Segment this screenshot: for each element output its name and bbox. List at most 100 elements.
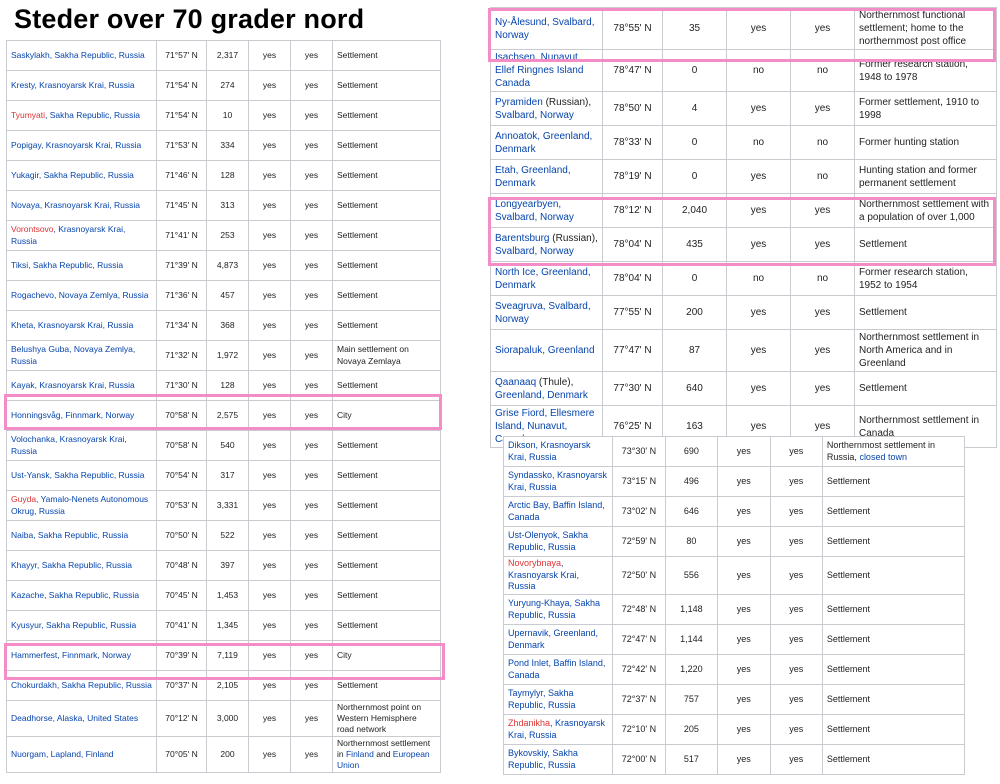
place-cell: Upernavik, Greenland, Denmark <box>502 624 614 656</box>
place-link[interactable]: Isachsen, Nunavut, Ellef Ringnes Island … <box>495 52 583 89</box>
place-cell: Belushya Guba, Novaya Zemlya, Russia <box>6 340 157 371</box>
place-link[interactable]: Pond Inlet, Baffin Island, Canada <box>508 658 605 680</box>
place-link[interactable]: , Sakha Republic, Russia <box>45 110 140 120</box>
place-link[interactable]: Nuorgam, Lapland, Finland <box>11 749 114 759</box>
place-link[interactable]: Barentsburg <box>495 233 549 244</box>
yes-no-cell: yes <box>290 340 333 371</box>
note-text: Settlement <box>337 499 378 510</box>
place-link[interactable]: Kheta, Krasnoyarsk Krai, Russia <box>11 320 133 330</box>
place-link[interactable]: Volochanka, Krasnoyarsk Krai, Russia <box>11 434 127 455</box>
place-link[interactable]: Tiksi, Sakha Republic, Russia <box>11 260 123 270</box>
place-link[interactable]: Arctic Bay, Baffin Island, Canada <box>508 500 605 522</box>
table-row: Novorybnaya, Krasnoyarsk Krai, Russia 72°… <box>502 555 966 596</box>
note-cell: Settlement <box>332 520 441 551</box>
note-text: Settlement <box>826 475 870 486</box>
table-row: Kyusyur, Sakha Republic, Russia 70°41' N1… <box>6 610 441 641</box>
yes-no-cell: yes <box>248 220 291 251</box>
place-link[interactable]: Novorybnaya <box>508 558 561 568</box>
note-link[interactable]: Finland <box>346 749 374 759</box>
note-text: Settlement <box>337 229 378 240</box>
place-link[interactable]: Zhdanikha <box>508 718 550 728</box>
place-link[interactable]: Guyda <box>11 494 36 504</box>
place-cell: Bykovskiy, Sakha Republic, Russia <box>502 744 614 776</box>
place-link[interactable]: Kazache, Sakha Republic, Russia <box>11 590 139 600</box>
place-link[interactable]: Novaya, Krasnoyarsk Krai, Russia <box>11 200 140 210</box>
place-link[interactable]: Tyumyati <box>11 110 45 120</box>
place-link[interactable]: Deadhorse, Alaska, United States <box>11 713 138 723</box>
place-cell: Pyramiden (Russian), Svalbard, Norway <box>490 91 603 126</box>
place-link[interactable]: Kyusyur, Sakha Republic, Russia <box>11 620 136 630</box>
place-link[interactable]: Yukagir, Sakha Republic, Russia <box>11 170 134 180</box>
population-cell: 435 <box>662 227 727 262</box>
yes-no-cell: yes <box>290 580 333 611</box>
latitude-cell: 73°30' N <box>612 436 666 467</box>
place-link[interactable]: Popigay, Krasnoyarsk Krai, Russia <box>11 140 141 150</box>
note-link[interactable]: closed town <box>859 452 907 462</box>
place-cell: Annoatok, Greenland, Denmark <box>490 125 603 160</box>
place-link[interactable]: Vorontsovo <box>11 224 54 234</box>
place-link[interactable]: Khayyr, Sakha Republic, Russia <box>11 560 132 570</box>
yes-no-cell: yes <box>726 159 791 194</box>
table-row: Chokurdakh, Sakha Republic, Russia 70°37'… <box>6 670 441 701</box>
place-link[interactable]: Chokurdakh, Sakha Republic, Russia <box>11 680 152 690</box>
place-cell: Ust-Yansk, Sakha Republic, Russia <box>6 460 157 491</box>
place-cell: Longyearbyen, Svalbard, Norway <box>490 193 603 228</box>
place-link[interactable]: Saskylakh, Sakha Republic, Russia <box>11 50 145 60</box>
place-link[interactable]: Etah, Greenland, Denmark <box>495 165 571 189</box>
table-row: Isachsen, Nunavut, Ellef Ringnes Island … <box>490 49 997 92</box>
place-link[interactable]: Honningsvåg, Finnmark, Norway <box>11 410 134 420</box>
population-cell: 1,453 <box>206 580 249 611</box>
yes-no-cell: yes <box>769 436 823 467</box>
place-link[interactable]: Svalbard, Norway <box>495 246 574 257</box>
latitude-cell: 78°33' N <box>602 125 663 160</box>
yes-no-cell: yes <box>290 70 333 101</box>
note-cell: Settlement <box>332 250 441 281</box>
place-link[interactable]: Longyearbyen, Svalbard, Norway <box>495 199 574 223</box>
place-link[interactable]: Bykovskiy, Sakha Republic, Russia <box>508 748 578 770</box>
place-link[interactable]: Sveagruva, Svalbard, Norway <box>495 301 591 325</box>
note-text: Hunting station and former permanent set… <box>859 164 977 189</box>
place-link[interactable]: Ny-Ålesund, Svalbard, Norway <box>495 17 595 41</box>
place-link[interactable]: Hammerfest, Finnmark, Norway <box>11 650 131 660</box>
place-link[interactable]: Qaanaaq <box>495 377 536 388</box>
latitude-cell: 72°59' N <box>612 526 666 557</box>
place-link[interactable]: Ust-Yansk, Sakha Republic, Russia <box>11 470 145 480</box>
note-cell: Former settlement, 1910 to 1998 <box>854 91 997 126</box>
place-link[interactable]: Pyramiden <box>495 97 543 108</box>
place-link[interactable]: Upernavik, Greenland, Denmark <box>508 628 598 650</box>
table-row: Khayyr, Sakha Republic, Russia 70°48' N 39… <box>6 550 441 581</box>
place-link[interactable]: Belushya Guba, Novaya Zemlya, Russia <box>11 344 135 365</box>
note-text: Settlement <box>337 589 378 600</box>
yes-no-cell: yes <box>290 400 333 431</box>
note-text: Settlement <box>337 49 378 60</box>
table-row: Taymylyr, Sakha Republic, Russia 72°37' N… <box>502 684 966 716</box>
yes-no-cell: yes <box>248 550 291 581</box>
place-link[interactable]: North Ice, Greenland, Denmark <box>495 267 591 291</box>
yes-no-cell: yes <box>290 250 333 281</box>
place-link[interactable]: Dikson, Krasnoyarsk Krai, Russia <box>508 440 591 462</box>
place-link[interactable]: Rogachevo, Novaya Zemlya, Russia <box>11 290 148 300</box>
latitude-cell: 73°15' N <box>612 466 666 497</box>
note-text: Northernmost functional settlement; home… <box>859 10 967 47</box>
place-link[interactable]: Naiba, Sakha Republic, Russia <box>11 530 128 540</box>
note-cell: Settlement <box>332 490 441 521</box>
place-link[interactable]: Annoatok, Greenland, Denmark <box>495 131 592 155</box>
place-cell: Tiksi, Sakha Republic, Russia <box>6 250 157 281</box>
note-cell: Settlement <box>854 227 997 262</box>
place-link[interactable]: Greenland, Denmark <box>495 390 588 401</box>
place-link[interactable]: Syndassko, Krasnoyarsk Krai, Russia <box>508 470 607 492</box>
yes-no-cell: yes <box>290 460 333 491</box>
yes-no-cell: yes <box>290 610 333 641</box>
place-link[interactable]: Ust-Olenyok, Sakha Republic, Russia <box>508 530 588 552</box>
latitude-cell: 72°48' N <box>612 594 666 626</box>
place-link[interactable]: Kresty, Krasnoyarsk Krai, Russia <box>11 80 135 90</box>
note-text: City <box>337 649 352 660</box>
place-link[interactable]: Svalbard, Norway <box>495 110 574 121</box>
place-link[interactable]: Yuryung-Khaya, Sakha Republic, Russia <box>508 598 600 620</box>
place-cell: Kyusyur, Sakha Republic, Russia <box>6 610 157 641</box>
place-link[interactable]: Taymylyr, Sakha Republic, Russia <box>508 688 576 710</box>
note-text: Former hunting station <box>859 137 960 148</box>
population-cell: 690 <box>664 436 719 467</box>
place-link[interactable]: Siorapaluk, Greenland <box>495 345 595 356</box>
place-link[interactable]: Kayak, Krasnoyarsk Krai, Russia <box>11 380 135 390</box>
